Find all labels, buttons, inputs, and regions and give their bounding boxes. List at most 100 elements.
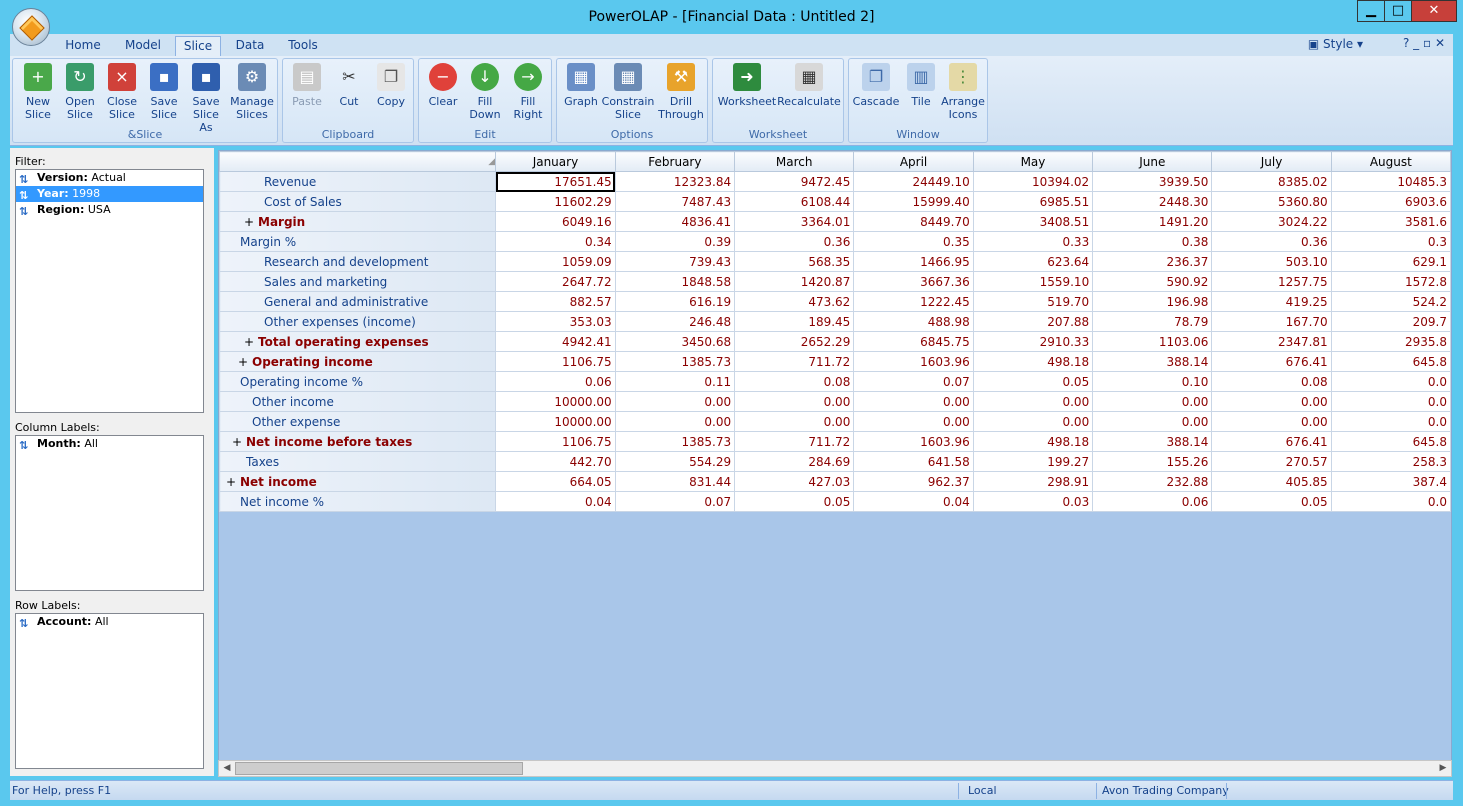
grid-cell[interactable]: 10000.00 [495,411,616,432]
maximize-button[interactable]: □ [1384,0,1412,22]
grid-cell[interactable]: 3364.01 [734,211,855,232]
grid-cell[interactable]: 0.11 [614,371,736,392]
tab-home[interactable]: Home [58,36,108,56]
grid-cell[interactable]: 0.00 [972,391,1094,412]
grid-cell[interactable]: 498.18 [972,431,1094,452]
grid-cell[interactable]: 2448.30 [1092,191,1213,212]
grid-cell[interactable]: 0.34 [495,231,616,252]
grid-cell[interactable]: 298.91 [972,471,1094,492]
grid-cell[interactable]: 0.39 [614,231,736,252]
grid-cell[interactable]: 645.8 [1330,351,1451,372]
grid-cell[interactable]: 6049.16 [495,211,616,232]
grid-cell[interactable]: 11602.29 [495,191,616,212]
scroll-left-icon[interactable]: ◀ [219,761,235,776]
help-controls[interactable]: ? _ ▫ ✕ [1403,36,1445,50]
grid-cell[interactable]: 0.08 [1211,371,1332,392]
grid-cell[interactable]: 196.98 [1092,291,1213,312]
grid-cell[interactable]: 0.00 [734,411,855,432]
grid-cell[interactable]: 0.0 [1330,391,1451,412]
grid-cell[interactable]: 524.2 [1330,291,1451,312]
row-header[interactable]: Other income [219,391,497,412]
grid-cell[interactable]: 2935.8 [1330,331,1451,352]
grid-cell[interactable]: 189.45 [734,311,855,332]
grid-cell[interactable]: 24449.10 [853,171,974,192]
grid-cell[interactable]: 0.0 [1330,491,1451,512]
grid-cell[interactable]: 232.88 [1092,471,1213,492]
grid-cell[interactable]: 1466.95 [853,251,974,272]
grid-cell[interactable]: 676.41 [1211,351,1332,372]
grid-cell[interactable]: 2910.33 [972,331,1094,352]
cut-button[interactable]: ✂ Cut [331,63,367,108]
grid-cell[interactable]: 1106.75 [495,351,616,372]
grid-cell[interactable]: 519.70 [972,291,1094,312]
open-slice-button[interactable]: ↻ Open Slice [61,63,99,121]
row-header[interactable]: Cost of Sales [219,191,497,212]
grid-cell[interactable]: 0.04 [495,491,616,512]
filter-item-year[interactable]: ⇅ Year: 1998 [16,186,203,202]
grid-cell[interactable]: 0.04 [853,491,974,512]
grid-cell[interactable]: 0.3 [1330,231,1451,252]
grid-cell[interactable]: 629.1 [1330,251,1451,272]
grid-cell[interactable]: 488.98 [853,311,974,332]
grid-cell[interactable]: 1572.8 [1330,271,1451,292]
column-header[interactable]: February [614,151,736,172]
tab-slice[interactable]: Slice [175,36,221,56]
grid-cell[interactable]: 199.27 [972,451,1094,472]
cascade-button[interactable]: ❐ Cascade [851,63,901,108]
grid-cell[interactable]: 12323.84 [614,171,736,192]
column-header[interactable]: August [1330,151,1451,172]
grid-cell[interactable]: 236.37 [1092,251,1213,272]
grid-cell[interactable]: 209.7 [1330,311,1451,332]
grid-cell[interactable]: 6985.51 [972,191,1094,212]
tile-button[interactable]: ▥ Tile [903,63,939,108]
grid-cell[interactable]: 78.79 [1092,311,1213,332]
filter-list[interactable]: ⇅ Version: Actual ⇅ Year: 1998 ⇅ Region: US… [15,169,204,413]
column-item-month[interactable]: ⇅ Month: All [16,436,203,452]
grid-cell[interactable]: 0.36 [1211,231,1332,252]
grid-cell[interactable]: 3667.36 [853,271,974,292]
column-header[interactable]: January [495,151,616,172]
grid-cell[interactable]: 1385.73 [614,431,736,452]
row-header[interactable]: + Operating income [219,351,497,372]
grid-cell[interactable]: 427.03 [734,471,855,492]
fill-down-button[interactable]: ↓ Fill Down [467,63,503,121]
grid-cell[interactable]: 554.29 [614,451,736,472]
column-header[interactable]: May [972,151,1094,172]
grid-cell[interactable]: 1420.87 [734,271,855,292]
grid-cell[interactable]: 405.85 [1211,471,1332,492]
style-menu[interactable]: ▣ Style ▾ [1308,37,1363,51]
arrange-icons-button[interactable]: ⋮ Arrange Icons [941,63,985,121]
grid-cell[interactable]: 246.48 [614,311,736,332]
expand-icon[interactable]: + [244,335,254,349]
expand-icon[interactable]: + [244,215,254,229]
grid-cell[interactable]: 0.33 [972,231,1094,252]
grid-cell[interactable]: 0.00 [853,391,974,412]
expand-icon[interactable]: + [232,435,242,449]
grid-cell[interactable]: 0.00 [614,391,736,412]
tab-data[interactable]: Data [228,36,272,56]
row-header[interactable]: Net income % [219,491,497,512]
grid-cell[interactable]: 9472.45 [734,171,855,192]
grid-cell[interactable]: 17651.45 [495,171,616,192]
grid-cell[interactable]: 3408.51 [972,211,1094,232]
grid-cell[interactable]: 442.70 [495,451,616,472]
grid-cell[interactable]: 590.92 [1092,271,1213,292]
grid-cell[interactable]: 0.35 [853,231,974,252]
grid-cell[interactable]: 1103.06 [1092,331,1213,352]
close-slice-button[interactable]: × Close Slice [103,63,141,121]
grid-cell[interactable]: 419.25 [1211,291,1332,312]
grid-cell[interactable]: 5360.80 [1211,191,1332,212]
grid-cell[interactable]: 0.05 [734,491,855,512]
grid-cell[interactable]: 0.05 [972,371,1094,392]
filter-item-region[interactable]: ⇅ Region: USA [16,202,203,218]
grid-cell[interactable]: 711.72 [734,431,855,452]
grid-cell[interactable]: 10000.00 [495,391,616,412]
row-item-account[interactable]: ⇅ Account: All [16,614,203,630]
copy-button[interactable]: ❐ Copy [371,63,411,108]
grid-cell[interactable]: 3581.6 [1330,211,1451,232]
tab-model[interactable]: Model [118,36,168,56]
grid-cell[interactable]: 882.57 [495,291,616,312]
row-header[interactable]: Margin % [219,231,497,252]
grid-cell[interactable]: 1106.75 [495,431,616,452]
corner-cell[interactable]: ◢ [219,151,497,172]
